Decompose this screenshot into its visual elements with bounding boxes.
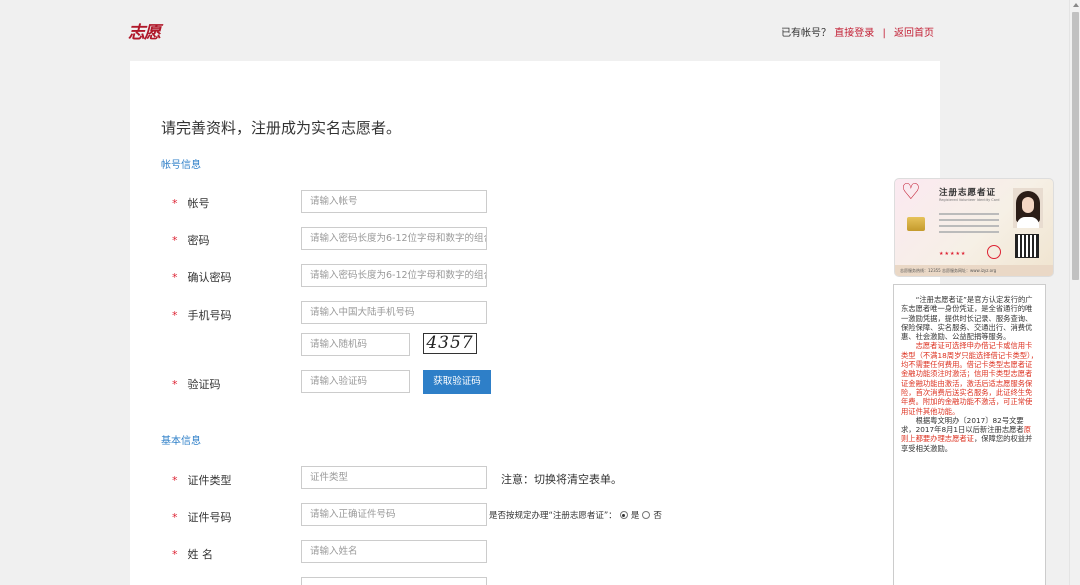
section-account-info: 帐号信息 — [161, 160, 201, 171]
password-input[interactable]: 请输入密码长度为6-12位字母和数字的组合 — [301, 227, 487, 250]
info-paragraph-1: “注册志愿者证”是官方认定发行的广东志愿者唯一身份凭证，是全省通行的唯一激励凭据… — [901, 295, 1033, 342]
verify-code-label: * 验证码 — [172, 378, 221, 391]
next-field-input[interactable] — [301, 577, 487, 585]
info-paragraph-2: 志愿者证可选择申办借记卡或信用卡类型（不满18周岁只能选择借记卡类型），均不需要… — [901, 341, 1038, 416]
password-label: * 密码 — [172, 234, 210, 247]
apply-no-radio[interactable] — [642, 511, 651, 519]
scrollbar-thumb[interactable] — [1072, 12, 1079, 280]
required-star: * — [172, 234, 178, 247]
form-panel — [130, 61, 940, 585]
chip-icon — [907, 217, 925, 231]
volunteer-card-image: ♡ 注册志愿者证 Registered Volunteer Identity C… — [894, 178, 1054, 277]
top-nav: 已有帐号？ 直接登录 | 返回首页 — [781, 24, 934, 39]
apply-yes-label[interactable]: 是 — [631, 509, 640, 521]
required-star: * — [172, 378, 178, 391]
name-label: * 姓 名 — [172, 548, 213, 561]
captcha-image[interactable]: 4357 — [423, 333, 477, 354]
section-basic-info: 基本信息 — [161, 436, 201, 447]
direct-login-link[interactable]: 直接登录 — [834, 28, 874, 39]
account-input[interactable]: 请输入帐号 — [301, 190, 487, 213]
page-scrollbar[interactable] — [1069, 0, 1080, 585]
card-footer: 志愿服务热线：12355 志愿服务网址：www.izyz.org — [895, 265, 1053, 276]
page-title: 请完善资料，注册成为实名志愿者。 — [161, 119, 402, 137]
apply-yes-radio[interactable] — [619, 511, 628, 519]
card-photo — [1013, 188, 1043, 228]
required-star: * — [172, 474, 178, 487]
apply-card-question-text: 是否按规定办理“注册志愿者证”： — [489, 511, 617, 521]
scroll-up-arrow-icon[interactable] — [1073, 3, 1079, 7]
account-label: * 帐号 — [172, 197, 210, 210]
required-star: * — [172, 309, 178, 322]
card-stars: ★★★★★ — [939, 251, 967, 257]
verify-code-input[interactable]: 请输入验证码 — [301, 370, 410, 393]
required-star: * — [172, 271, 178, 284]
id-type-label: * 证件类型 — [172, 474, 232, 487]
login-prompt: 已有帐号？ — [781, 28, 832, 39]
required-star: * — [172, 511, 178, 524]
qr-code-icon — [1015, 234, 1039, 258]
id-type-select[interactable]: 证件类型 — [301, 466, 487, 489]
card-title: 注册志愿者证 — [939, 188, 997, 198]
stamp-icon — [987, 245, 1001, 259]
confirm-password-input[interactable]: 请输入密码长度为6-12位字母和数字的组合 — [301, 264, 487, 287]
random-code-input[interactable]: 请输入随机码 — [301, 333, 410, 356]
required-star: * — [172, 548, 178, 561]
name-input[interactable]: 请输入姓名 — [301, 540, 487, 563]
phone-label: * 手机号码 — [172, 309, 232, 322]
card-info-box: “注册志愿者证”是官方认定发行的广东志愿者唯一身份凭证，是全省通行的唯一激励凭据… — [893, 284, 1046, 585]
card-subtitle: Registered Volunteer Identity Card — [939, 198, 1000, 202]
site-logo[interactable]: 志愿 — [128, 18, 161, 43]
apply-no-label[interactable]: 否 — [653, 509, 662, 521]
phone-input[interactable]: 请输入中国大陆手机号码 — [301, 301, 487, 324]
confirm-password-label: * 确认密码 — [172, 271, 232, 284]
apply-card-question: 是否按规定办理“注册志愿者证”： 是 否 — [489, 509, 662, 521]
card-info-lines — [939, 213, 999, 237]
id-type-notice: 注意：切换将清空表单。 — [501, 473, 622, 486]
id-number-input[interactable]: 请输入正确证件号码 — [301, 503, 487, 526]
heart-logo-icon: ♡ — [901, 180, 921, 205]
nav-separator: | — [882, 28, 886, 39]
get-verify-code-button[interactable]: 获取验证码 — [423, 370, 491, 394]
id-number-label: * 证件号码 — [172, 511, 232, 524]
required-star: * — [172, 197, 178, 210]
info-paragraph-3: 根据粤文明办〔2017〕82号文要求，2017年8月1日以后新注册志愿者原则上都… — [901, 415, 1033, 453]
return-home-link[interactable]: 返回首页 — [894, 28, 934, 39]
